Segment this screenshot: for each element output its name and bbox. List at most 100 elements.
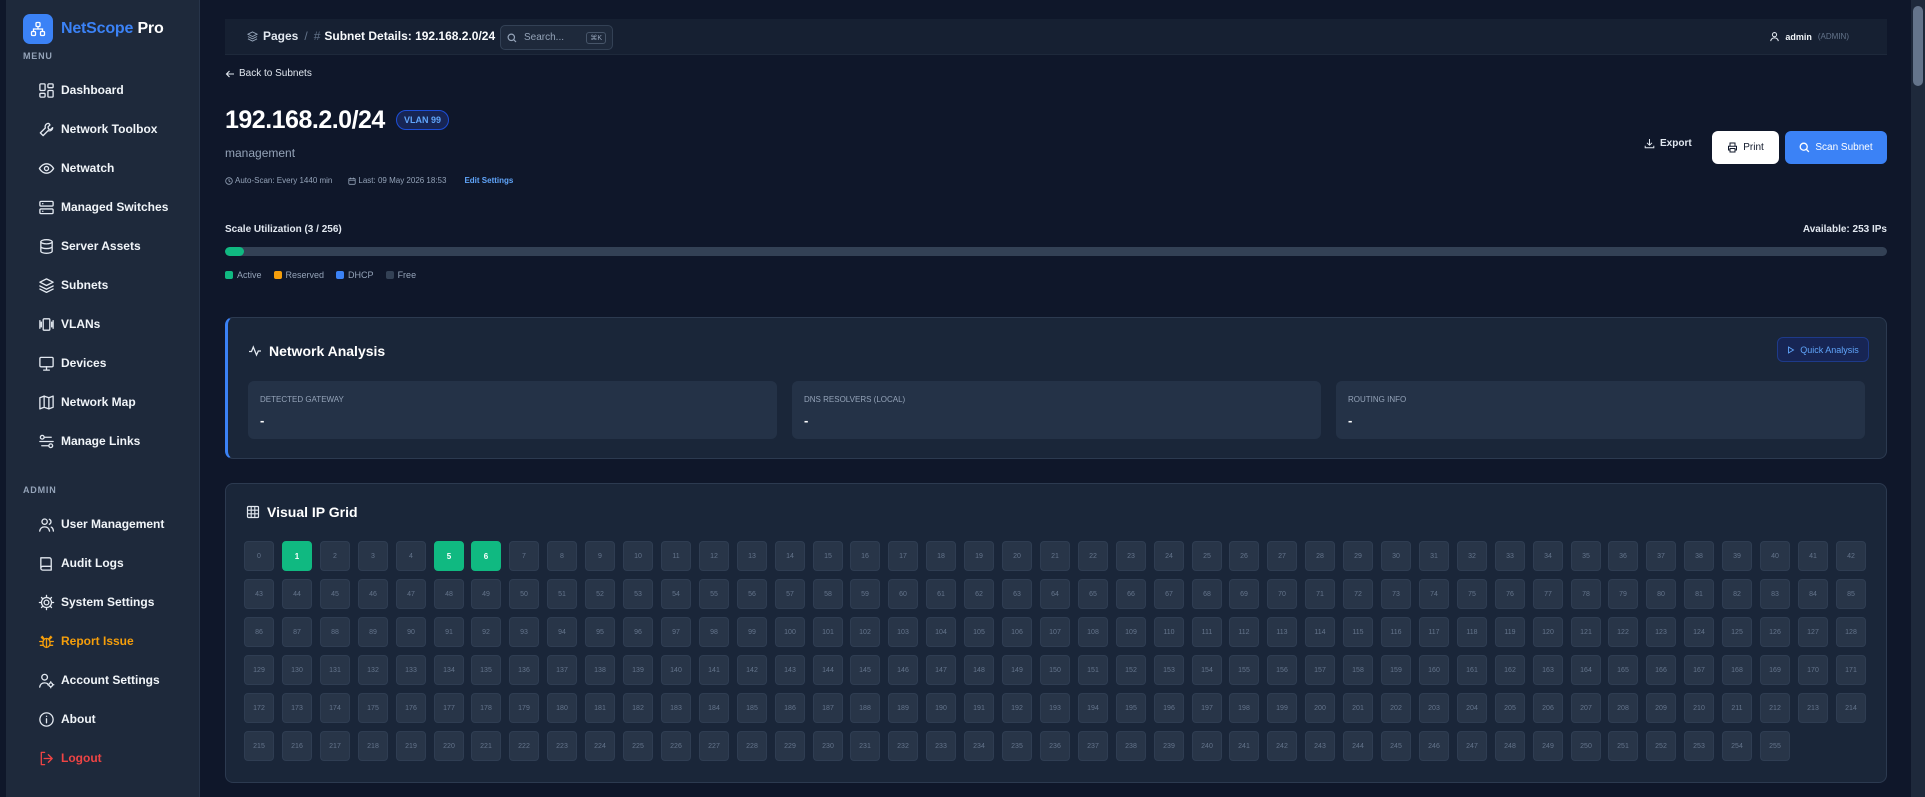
- ip-cell[interactable]: 34: [1533, 541, 1563, 571]
- ip-cell[interactable]: 10: [623, 541, 653, 571]
- ip-cell[interactable]: 27: [1267, 541, 1297, 571]
- ip-cell[interactable]: 88: [320, 617, 350, 647]
- ip-cell[interactable]: 163: [1533, 655, 1563, 685]
- ip-cell[interactable]: 135: [471, 655, 501, 685]
- ip-cell[interactable]: 68: [1192, 579, 1222, 609]
- ip-cell[interactable]: 97: [661, 617, 691, 647]
- ip-cell[interactable]: 93: [509, 617, 539, 647]
- ip-cell[interactable]: 238: [1116, 731, 1146, 761]
- ip-cell[interactable]: 110: [1154, 617, 1184, 647]
- ip-cell[interactable]: 66: [1116, 579, 1146, 609]
- ip-cell[interactable]: 148: [964, 655, 994, 685]
- ip-cell[interactable]: 118: [1457, 617, 1487, 647]
- ip-cell[interactable]: 159: [1381, 655, 1411, 685]
- ip-cell[interactable]: 242: [1267, 731, 1297, 761]
- ip-cell[interactable]: 188: [850, 693, 880, 723]
- ip-cell[interactable]: 138: [585, 655, 615, 685]
- ip-cell[interactable]: 213: [1798, 693, 1828, 723]
- ip-cell[interactable]: 45: [320, 579, 350, 609]
- ip-cell[interactable]: 81: [1684, 579, 1714, 609]
- ip-cell[interactable]: 28: [1305, 541, 1335, 571]
- ip-cell[interactable]: 244: [1343, 731, 1373, 761]
- ip-cell[interactable]: 217: [320, 731, 350, 761]
- ip-cell[interactable]: 140: [661, 655, 691, 685]
- ip-cell[interactable]: 106: [1002, 617, 1032, 647]
- ip-cell[interactable]: 4: [396, 541, 426, 571]
- breadcrumb-pages[interactable]: Pages: [263, 29, 298, 43]
- ip-cell[interactable]: 133: [396, 655, 426, 685]
- sidebar-item-user-management[interactable]: User Management: [38, 511, 198, 537]
- ip-cell[interactable]: 197: [1192, 693, 1222, 723]
- ip-cell[interactable]: 164: [1571, 655, 1601, 685]
- ip-cell[interactable]: 37: [1646, 541, 1676, 571]
- ip-cell[interactable]: 47: [396, 579, 426, 609]
- ip-cell[interactable]: 83: [1760, 579, 1790, 609]
- ip-cell[interactable]: 94: [547, 617, 577, 647]
- ip-cell[interactable]: 11: [661, 541, 691, 571]
- quick-analysis-button[interactable]: Quick Analysis: [1777, 337, 1869, 362]
- ip-cell[interactable]: 154: [1192, 655, 1222, 685]
- ip-cell[interactable]: 210: [1684, 693, 1714, 723]
- ip-cell[interactable]: 51: [547, 579, 577, 609]
- ip-cell[interactable]: 48: [434, 579, 464, 609]
- ip-cell[interactable]: 160: [1419, 655, 1449, 685]
- sidebar-item-logout[interactable]: Logout: [38, 745, 198, 771]
- ip-cell[interactable]: 61: [926, 579, 956, 609]
- ip-cell[interactable]: 16: [850, 541, 880, 571]
- ip-cell[interactable]: 113: [1267, 617, 1297, 647]
- ip-cell[interactable]: 124: [1684, 617, 1714, 647]
- ip-cell[interactable]: 239: [1154, 731, 1184, 761]
- ip-cell[interactable]: 137: [547, 655, 577, 685]
- sidebar-item-server-assets[interactable]: Server Assets: [38, 233, 198, 259]
- ip-cell[interactable]: 222: [509, 731, 539, 761]
- ip-cell[interactable]: 78: [1571, 579, 1601, 609]
- ip-cell[interactable]: 229: [775, 731, 805, 761]
- ip-cell[interactable]: 187: [813, 693, 843, 723]
- ip-cell[interactable]: 233: [926, 731, 956, 761]
- scan-subnet-button[interactable]: Scan Subnet: [1785, 131, 1887, 164]
- ip-cell[interactable]: 206: [1533, 693, 1563, 723]
- ip-cell[interactable]: 2: [320, 541, 350, 571]
- ip-cell[interactable]: 178: [471, 693, 501, 723]
- ip-cell[interactable]: 43: [244, 579, 274, 609]
- ip-cell[interactable]: 84: [1798, 579, 1828, 609]
- ip-cell[interactable]: 193: [1040, 693, 1070, 723]
- ip-cell[interactable]: 234: [964, 731, 994, 761]
- print-button[interactable]: Print: [1712, 131, 1779, 164]
- ip-cell[interactable]: 35: [1571, 541, 1601, 571]
- ip-cell[interactable]: 132: [358, 655, 388, 685]
- ip-cell[interactable]: 183: [661, 693, 691, 723]
- ip-cell[interactable]: 55: [699, 579, 729, 609]
- ip-cell[interactable]: 3: [358, 541, 388, 571]
- ip-cell[interactable]: 25: [1192, 541, 1222, 571]
- ip-cell[interactable]: 151: [1078, 655, 1108, 685]
- ip-cell[interactable]: 205: [1495, 693, 1525, 723]
- ip-cell[interactable]: 249: [1533, 731, 1563, 761]
- ip-cell[interactable]: 243: [1305, 731, 1335, 761]
- ip-cell[interactable]: 191: [964, 693, 994, 723]
- ip-cell[interactable]: 20: [1002, 541, 1032, 571]
- ip-cell[interactable]: 141: [699, 655, 729, 685]
- ip-cell[interactable]: 184: [699, 693, 729, 723]
- search-input[interactable]: Search... ⌘K: [500, 25, 613, 50]
- ip-cell[interactable]: 142: [737, 655, 767, 685]
- ip-cell[interactable]: 203: [1419, 693, 1449, 723]
- ip-cell[interactable]: 223: [547, 731, 577, 761]
- sidebar-item-about[interactable]: About: [38, 706, 198, 732]
- ip-cell[interactable]: 89: [358, 617, 388, 647]
- ip-cell[interactable]: 36: [1608, 541, 1638, 571]
- ip-cell[interactable]: 145: [850, 655, 880, 685]
- ip-cell[interactable]: 46: [358, 579, 388, 609]
- ip-cell[interactable]: 70: [1267, 579, 1297, 609]
- ip-cell[interactable]: 123: [1646, 617, 1676, 647]
- ip-cell[interactable]: 176: [396, 693, 426, 723]
- ip-cell[interactable]: 0: [244, 541, 274, 571]
- ip-cell[interactable]: 237: [1078, 731, 1108, 761]
- sidebar-item-netwatch[interactable]: Netwatch: [38, 155, 198, 181]
- ip-cell[interactable]: 92: [471, 617, 501, 647]
- ip-cell[interactable]: 192: [1002, 693, 1032, 723]
- ip-cell[interactable]: 139: [623, 655, 653, 685]
- ip-cell[interactable]: 147: [926, 655, 956, 685]
- ip-cell[interactable]: 168: [1722, 655, 1752, 685]
- sidebar-item-subnets[interactable]: Subnets: [38, 272, 198, 298]
